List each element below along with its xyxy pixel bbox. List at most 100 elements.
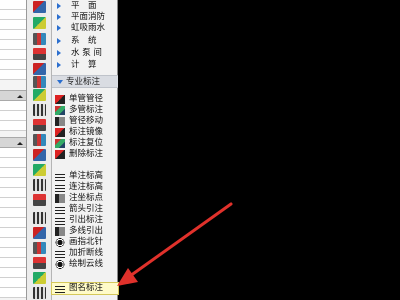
property-row[interactable] <box>0 60 26 70</box>
property-row[interactable] <box>0 10 26 20</box>
menu-item-label: 连注标高 <box>69 182 104 192</box>
property-row[interactable] <box>0 248 26 258</box>
menu-item-leader[interactable]: 引出标注 <box>52 215 118 226</box>
tool-icon[interactable] <box>33 104 46 116</box>
property-row[interactable] <box>0 178 26 188</box>
menu-item-delete-label[interactable]: 删除标注 <box>52 149 118 160</box>
property-row[interactable] <box>0 20 26 30</box>
tool-icon[interactable] <box>33 119 46 131</box>
break-line-icon <box>55 249 65 258</box>
menu-item-mirror[interactable]: 标注镜像 <box>52 127 118 138</box>
tool-icon[interactable] <box>33 179 46 191</box>
property-row[interactable] <box>0 148 26 158</box>
property-row[interactable] <box>0 50 26 60</box>
tool-icon[interactable] <box>33 149 46 161</box>
menu-item-label: 箭头引注 <box>69 204 104 214</box>
tool-icon[interactable] <box>33 257 46 269</box>
menu-category-calc[interactable]: 计 算 <box>52 59 118 71</box>
property-row[interactable] <box>0 70 26 80</box>
property-row[interactable] <box>0 208 26 218</box>
menu-item-multi-pipe[interactable]: 多管标注 <box>52 105 118 116</box>
tool-icon[interactable] <box>33 194 46 206</box>
tool-icon[interactable] <box>33 164 46 176</box>
menu-category-siphon[interactable]: 虹吸雨水 <box>52 22 118 34</box>
menu-section-label: 专业标注 <box>66 77 101 87</box>
menu-item-coordinate[interactable]: 注坐标点 <box>52 193 118 204</box>
coordinate-icon <box>55 194 65 203</box>
menu-item-label: 引出标注 <box>69 215 104 225</box>
menu-item-label: 画指北针 <box>69 237 104 247</box>
property-row[interactable] <box>0 101 26 111</box>
menu-category-label: 系 统 <box>71 36 97 46</box>
tool-icon[interactable] <box>33 76 46 88</box>
menu-item-label: 单注标高 <box>69 171 104 181</box>
menu-category-label: 计 算 <box>71 60 97 70</box>
tool-icon[interactable] <box>33 212 46 224</box>
property-row[interactable] <box>0 158 26 168</box>
property-row[interactable] <box>0 188 26 198</box>
property-row[interactable] <box>0 198 26 208</box>
property-row[interactable] <box>0 0 26 10</box>
menu-item-pipe-diameter[interactable]: 单管管径 <box>52 94 118 105</box>
mirror-icon <box>55 128 65 137</box>
collapse-icon[interactable] <box>17 142 23 145</box>
property-row[interactable] <box>0 288 26 298</box>
property-panel <box>0 0 27 300</box>
menu-item-break-line[interactable]: 加折断线 <box>52 248 118 259</box>
triangle-right-icon <box>57 38 61 44</box>
property-row[interactable] <box>0 258 26 268</box>
tool-icon[interactable] <box>33 89 46 101</box>
tool-icon[interactable] <box>33 272 46 284</box>
property-row[interactable] <box>0 121 26 131</box>
collapse-icon[interactable] <box>17 95 23 98</box>
tool-icon[interactable] <box>33 242 46 254</box>
menu-item-cloud-line[interactable]: 绘制云线 <box>52 259 118 270</box>
reset-icon <box>55 139 65 148</box>
tool-icon[interactable] <box>33 33 46 45</box>
property-row[interactable] <box>0 30 26 40</box>
property-group-header[interactable] <box>0 90 26 101</box>
property-row[interactable] <box>0 218 26 228</box>
tool-icon[interactable] <box>33 134 46 146</box>
cloud-line-icon <box>55 260 65 269</box>
menu-item-label: 标注复位 <box>69 138 104 148</box>
tool-icon[interactable] <box>33 63 46 75</box>
drawing-title-icon <box>55 284 65 293</box>
multi-leader-icon <box>55 227 65 236</box>
menu-item-multi-elevation[interactable]: 连注标高 <box>52 182 118 193</box>
tool-palette <box>27 0 52 300</box>
menu-section-annotation[interactable]: 专业标注 <box>52 75 118 88</box>
multi-pipe-icon <box>55 106 65 115</box>
menu-item-multi-leader[interactable]: 多线引出 <box>52 226 118 237</box>
menu-category-system[interactable]: 系 统 <box>52 35 118 47</box>
property-group-header[interactable] <box>0 137 26 148</box>
menu-item-label: 单管管径 <box>69 94 104 104</box>
menu-category-label: 虹吸雨水 <box>71 23 106 33</box>
property-row[interactable] <box>0 238 26 248</box>
property-row[interactable] <box>0 40 26 50</box>
property-row[interactable] <box>0 228 26 238</box>
menu-item-arrow-leader[interactable]: 箭头引注 <box>52 204 118 215</box>
menu-item-compass[interactable]: 画指北针 <box>52 237 118 248</box>
property-row[interactable] <box>0 278 26 288</box>
menu-category-pump-room[interactable]: 水 泵 间 <box>52 47 118 59</box>
property-row[interactable] <box>0 268 26 278</box>
menu-item-reset[interactable]: 标注复位 <box>52 138 118 149</box>
tool-icon[interactable] <box>33 17 46 29</box>
menu-item-drawing-title[interactable]: 图名标注 <box>51 282 119 295</box>
tool-icon[interactable] <box>33 227 46 239</box>
triangle-right-icon <box>57 25 61 31</box>
menu-item-elevation[interactable]: 单注标高 <box>52 171 118 182</box>
property-row[interactable] <box>0 168 26 178</box>
tool-icon[interactable] <box>33 1 46 13</box>
triangle-right-icon <box>57 14 61 20</box>
menu-item-label: 管径移动 <box>69 116 104 126</box>
tool-icon[interactable] <box>33 48 46 60</box>
menu-item-diameter-move[interactable]: 管径移动 <box>52 116 118 127</box>
menu-item-label: 多线引出 <box>69 226 104 236</box>
screen-menu: 平 面 平面消防 虹吸雨水 系 统 水 泵 间 计 算 专业标注 单管管径 多管… <box>51 0 119 300</box>
leader-icon <box>55 216 65 225</box>
property-row[interactable] <box>0 111 26 121</box>
elevation-icon <box>55 172 65 181</box>
tool-icon[interactable] <box>33 287 46 299</box>
